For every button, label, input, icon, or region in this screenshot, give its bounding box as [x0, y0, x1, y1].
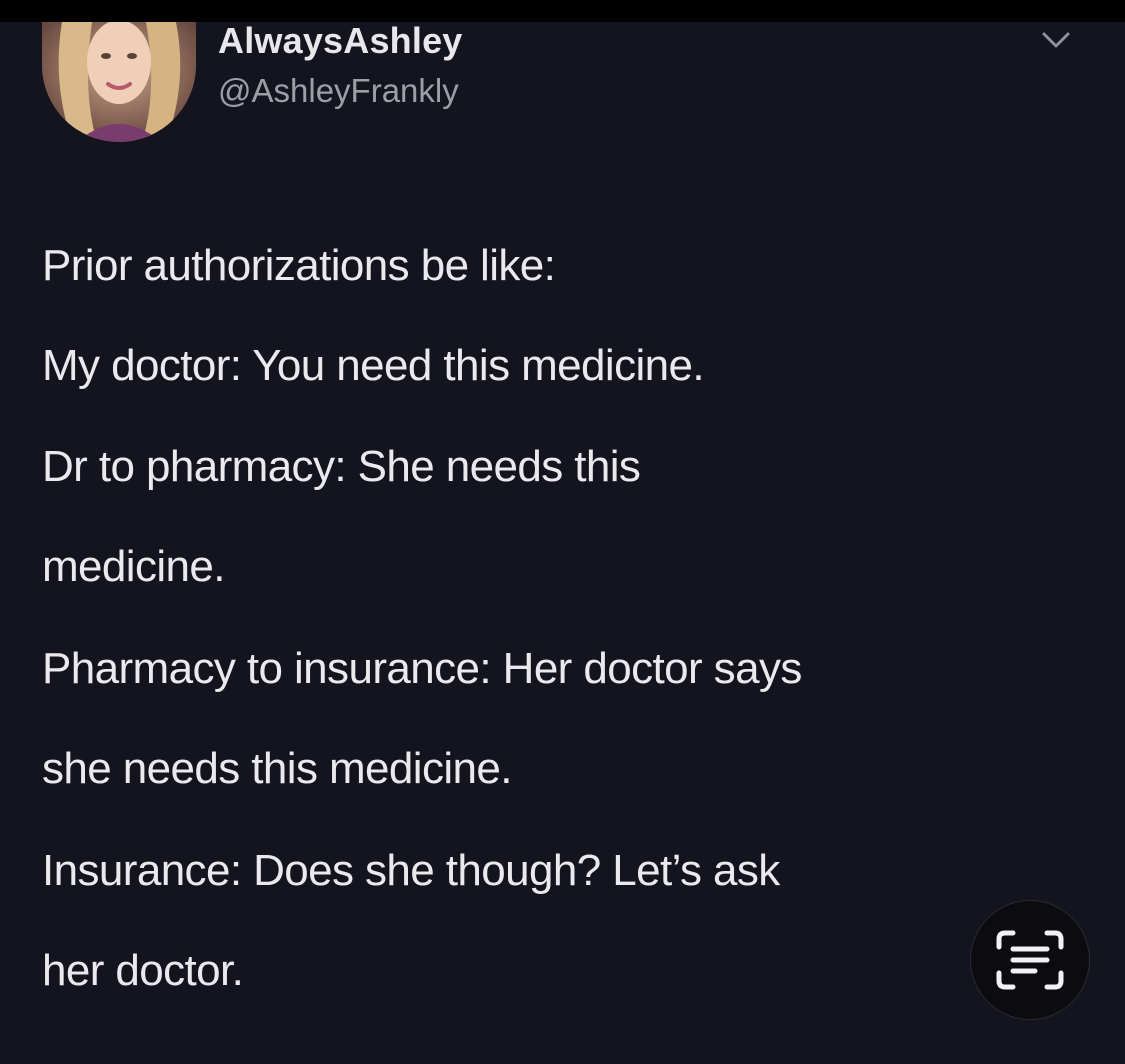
- avatar[interactable]: [42, 22, 196, 142]
- tweet-line: Pharmacy to insurance: Her doctor says: [42, 644, 802, 693]
- live-text-scan-button[interactable]: [970, 900, 1090, 1020]
- tweet-line: Insurance: Does she though? Let’s ask: [42, 846, 780, 895]
- tweet-line: medicine.: [42, 542, 226, 591]
- tweet-paragraph: Pharmacy to insurance: Her doctor says s…: [42, 619, 1082, 819]
- tweet-paragraph: Dr to pharmacy: She needs this medicine.: [42, 417, 1082, 617]
- chevron-down-icon[interactable]: [1036, 26, 1076, 56]
- tweet-line: Prior authorizations be like:: [42, 241, 556, 290]
- tweet-paragraph: Prior authorizations be like:: [42, 217, 1082, 315]
- tweet-text: Prior authorizations be like: My doctor:…: [42, 217, 1082, 1023]
- live-text-scan-icon: [996, 930, 1064, 990]
- tweet-paragraph: Insurance: Does she though? Let’s ask he…: [42, 821, 1082, 1021]
- screenshot-top-bar: [0, 0, 1125, 22]
- tweet-card: AlwaysAshley @AshleyFrankly Prior author…: [0, 22, 1125, 1064]
- user-handle[interactable]: @AshleyFrankly: [218, 72, 459, 110]
- tweet-line: Dr to pharmacy: She needs this: [42, 442, 641, 491]
- display-name[interactable]: AlwaysAshley: [218, 22, 463, 62]
- tweet-line: her doctor.: [42, 946, 244, 995]
- tweet-paragraph: My doctor: You need this medicine.: [42, 317, 1082, 415]
- tweet-line: My doctor: You need this medicine.: [42, 341, 705, 390]
- tweet-line: she needs this medicine.: [42, 744, 512, 793]
